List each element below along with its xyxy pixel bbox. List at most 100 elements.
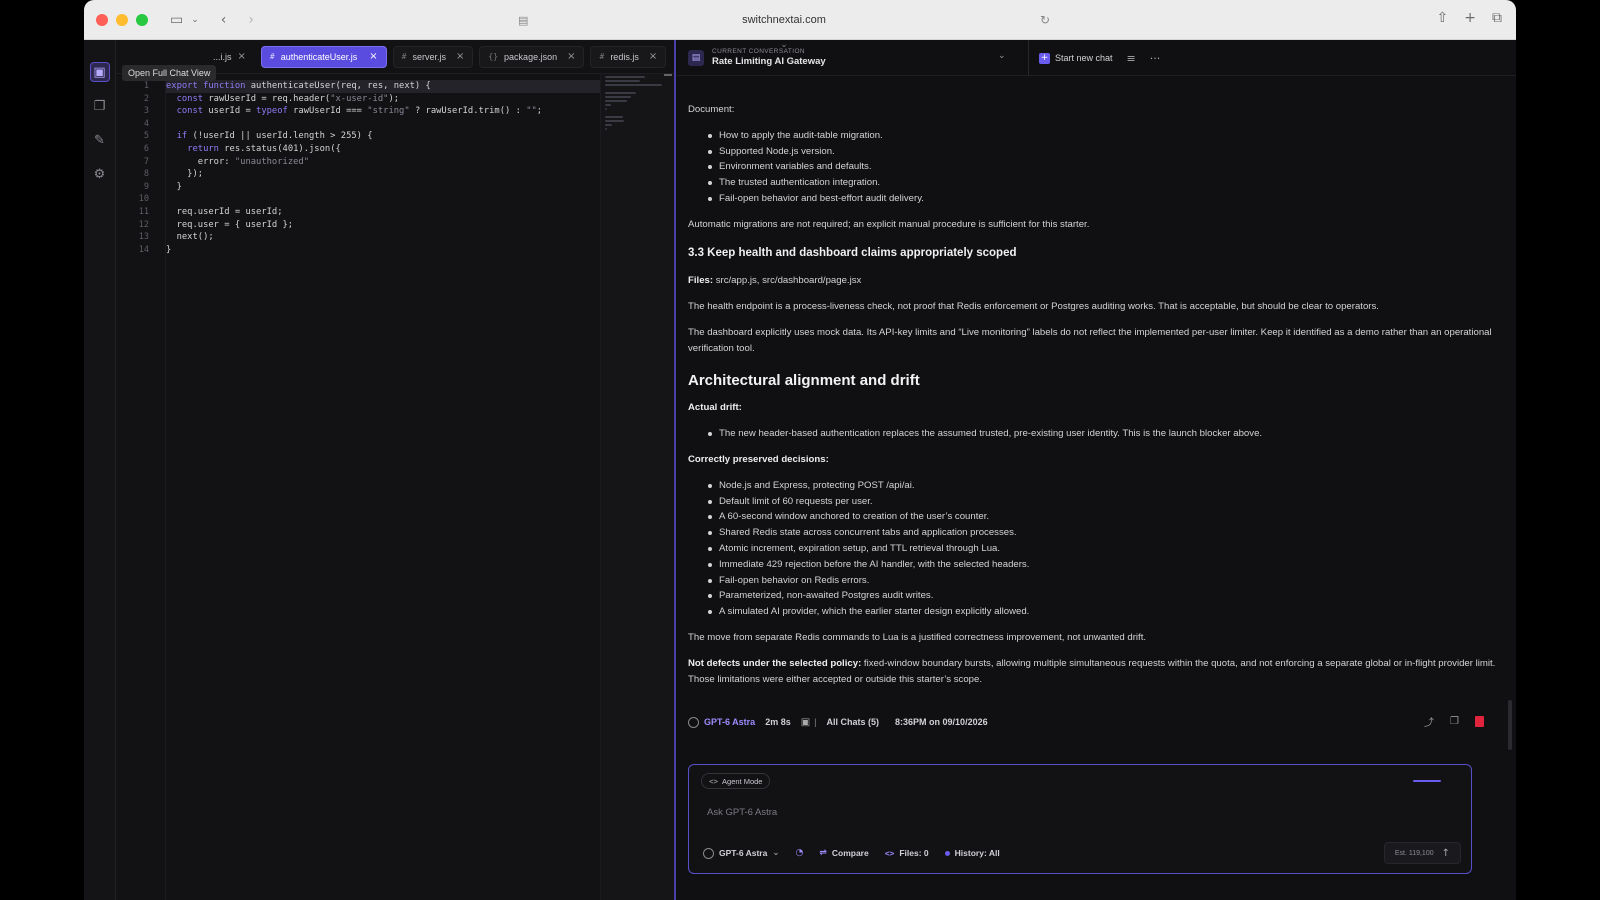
list-item: Default limit of 60 requests per user. [708, 494, 1496, 510]
scrollbar[interactable] [1508, 700, 1512, 750]
close-icon[interactable]: × [649, 51, 657, 62]
code-line[interactable]: return res.status(401).json({ [166, 143, 600, 156]
maximize-window-button[interactable] [136, 13, 148, 26]
branch-icon[interactable]: ⤴ [1424, 714, 1434, 729]
plus-icon[interactable]: + [1464, 10, 1476, 26]
paragraph: The health endpoint is a process-livenes… [688, 301, 1379, 313]
code-line[interactable]: next(); [166, 231, 600, 244]
line-number: 8 [143, 169, 149, 180]
card-icon[interactable]: ▣ [801, 717, 810, 728]
code-line[interactable]: req.userId = userId; [166, 206, 600, 219]
minimap-line [605, 128, 607, 130]
chevron-down-icon[interactable]: ⌄ [774, 40, 794, 54]
list-item: Fail-open behavior and best-effort audit… [708, 191, 1496, 207]
code-line[interactable]: req.user = { userId }; [166, 219, 600, 232]
chat-composer: <> Agent Mode Ask GPT-6 Astra GPT-6 Astr… [688, 764, 1472, 874]
chat-input[interactable]: Ask GPT-6 Astra [707, 807, 777, 818]
all-chats-link[interactable]: All Chats (5) [827, 717, 880, 727]
close-icon[interactable]: × [567, 51, 575, 62]
files-label: Files: 0 [899, 848, 929, 858]
back-icon[interactable]: ‹ [221, 12, 227, 28]
close-window-button[interactable] [96, 13, 108, 26]
model-icon [703, 847, 714, 859]
line-number: 6 [143, 143, 149, 154]
line-number: 13 [138, 232, 149, 243]
app-root: ⌄ ▣ ❐ ✎ ⚙ Open Full Chat View ...i.js × … [84, 40, 1516, 900]
code-line[interactable]: }); [166, 168, 600, 181]
timestamp: 8:36PM on 09/10/2026 [895, 717, 988, 727]
tab-authenticate-user[interactable]: # authenticateUser.js × [260, 45, 387, 68]
minimap[interactable] [600, 74, 674, 900]
code-line[interactable]: const rawUserId = req.header("x-user-id"… [166, 93, 600, 106]
list-edit-icon[interactable]: ≡ [1127, 52, 1136, 65]
list-item: Supported Node.js version. [708, 144, 1496, 160]
agent-mode-toggle[interactable]: <> Agent Mode [701, 773, 771, 789]
composer-toolbar: GPT-6 Astra ⌄ ◔ ⇌ Compare <> Files: 0 Hi… [703, 842, 1461, 864]
scrollbar[interactable] [664, 74, 672, 76]
line-number: 12 [138, 219, 149, 230]
line-number: 2 [143, 93, 149, 104]
chevron-down-icon[interactable]: ⌄ [191, 15, 199, 25]
close-icon[interactable]: × [238, 51, 246, 62]
conversation-title[interactable]: Rate Limiting AI Gateway [712, 56, 826, 67]
line-number: 9 [143, 181, 149, 192]
history-button[interactable]: History: All [944, 848, 1000, 858]
close-icon[interactable]: × [369, 51, 377, 62]
forward-icon[interactable]: › [248, 12, 254, 28]
doc-label: Document: [688, 104, 735, 115]
code-line[interactable]: export function authenticateUser(req, re… [166, 80, 600, 93]
code-line[interactable]: error: "unauthorized" [166, 156, 600, 169]
code-line[interactable]: } [166, 244, 600, 257]
tab-redis[interactable]: # redis.js × [590, 45, 667, 68]
share-icon[interactable]: ⇧ [1437, 10, 1449, 26]
copy-icon[interactable]: ❐ [1450, 716, 1459, 727]
reader-icon[interactable]: ▤ [518, 14, 528, 27]
delete-icon[interactable] [1475, 716, 1484, 727]
start-new-chat-button[interactable]: + Start new chat [1039, 52, 1113, 64]
preserved-label: Correctly preserved decisions: [688, 453, 829, 465]
files-icon[interactable]: ❐ [90, 96, 110, 116]
files-button[interactable]: <> Files: 0 [885, 848, 929, 858]
js-icon: # [401, 52, 407, 61]
compare-label: Compare [831, 848, 869, 858]
line-number: 5 [143, 131, 149, 142]
sidebar-icon[interactable]: ▭ [170, 12, 183, 28]
model-selector-label: GPT-6 Astra [719, 848, 768, 858]
code-line[interactable]: if (!userId || userId.length > 255) { [166, 130, 600, 143]
drift-label: Actual drift: [688, 402, 742, 414]
code-line[interactable]: const userId = typeof rawUserId === "str… [166, 105, 600, 118]
minimize-window-button[interactable] [116, 13, 128, 26]
edit-icon[interactable]: ✎ [90, 130, 110, 150]
code-line[interactable]: } [166, 181, 600, 194]
send-icon[interactable]: ↑ [1442, 848, 1450, 859]
chat-header: ▤ CURRENT CONVERSATION Rate Limiting AI … [676, 40, 1516, 76]
more-icon[interactable]: ··· [1150, 52, 1161, 65]
code-content[interactable]: export function authenticateUser(req, re… [166, 74, 600, 900]
tab-server[interactable]: # server.js × [392, 45, 474, 68]
line-number: 11 [138, 206, 149, 217]
gauge-icon[interactable]: ◔ [795, 848, 803, 858]
minimap-line [605, 96, 632, 98]
line-number: 4 [143, 118, 149, 129]
history-dot-icon [944, 850, 950, 856]
chevron-down-icon[interactable]: ⌄ [998, 51, 1006, 61]
not-defects-paragraph: Not defects under the selected policy: f… [688, 656, 1496, 688]
tab-package-json[interactable]: {} package.json × [479, 45, 585, 68]
model-selector[interactable]: GPT-6 Astra ⌄ [703, 847, 779, 859]
reload-icon[interactable]: ↻ [1040, 13, 1050, 27]
settings-icon[interactable]: ⚙ [90, 164, 110, 184]
tabs-icon[interactable]: ⧉ [1492, 10, 1502, 26]
minimap-line [605, 112, 607, 114]
minimap-line [605, 124, 613, 126]
model-badge[interactable]: GPT-6 Astra [688, 716, 755, 728]
chat-view-icon[interactable]: ▣ [89, 62, 110, 82]
tab-label: package.json [504, 51, 558, 62]
code-area[interactable]: 1 2 3 4 5 6 7 8 9 10 11 12 13 14 export function auth… [116, 74, 674, 900]
compare-button[interactable]: ⇌ Compare [819, 848, 868, 858]
files-label: Files: [688, 275, 714, 287]
code-line[interactable] [166, 118, 600, 131]
minimap-line [605, 80, 641, 82]
close-icon[interactable]: × [456, 51, 464, 62]
address-bar[interactable]: ▤ switchnextai.com ↻ [504, 8, 1064, 32]
code-line[interactable] [166, 193, 600, 206]
